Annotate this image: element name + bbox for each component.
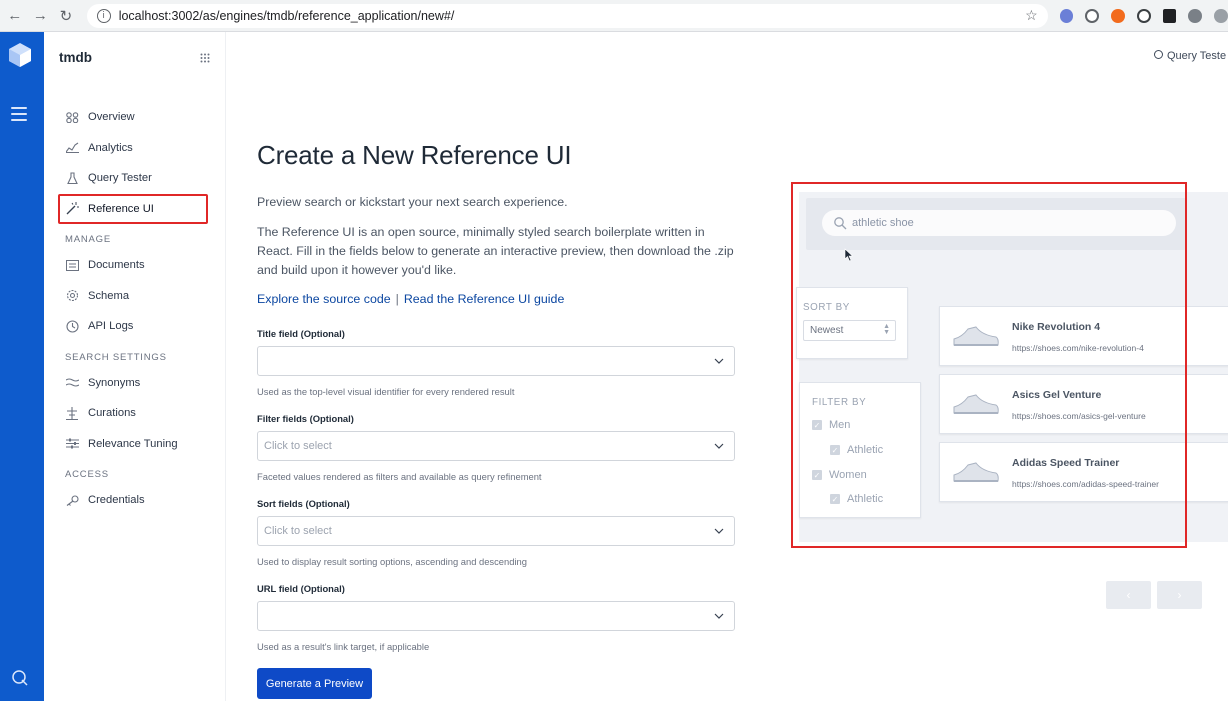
sort-field-hint: Used to display result sorting options, … xyxy=(257,556,527,567)
menu-icon[interactable] xyxy=(11,107,27,125)
section-label-access: ACCESS xyxy=(65,469,109,480)
profile-avatar[interactable] xyxy=(1214,8,1228,23)
sidebar-item-schema[interactable]: Schema xyxy=(44,281,226,312)
chevron-down-icon xyxy=(714,358,724,364)
sidebar-item-credentials[interactable]: Credentials xyxy=(44,485,226,516)
clock-icon xyxy=(65,319,79,333)
curations-icon xyxy=(65,406,79,420)
section-label-search-settings: SEARCH SETTINGS xyxy=(65,351,167,363)
sidebar-item-label: Query Tester xyxy=(88,172,152,185)
reference-guide-link[interactable]: Read the Reference UI guide xyxy=(404,292,565,306)
sort-field-placeholder: Click to select xyxy=(264,525,332,537)
sidebar-item-curations[interactable]: Curations xyxy=(44,398,226,429)
chevron-down-icon xyxy=(714,443,724,449)
sidebar-item-analytics[interactable]: Analytics xyxy=(44,133,226,164)
reload-button[interactable]: ↻ xyxy=(55,5,77,27)
sidebar-item-query-tester[interactable]: Query Tester xyxy=(44,163,226,194)
sidebar-nav: Overview Analytics Query Tester Referenc… xyxy=(44,102,226,516)
filter-field-label: Filter fields (Optional) xyxy=(257,413,354,424)
url-field-select[interactable] xyxy=(257,601,735,631)
page-lede: Preview search or kickstart your next se… xyxy=(257,195,568,209)
forward-button[interactable]: → xyxy=(30,5,52,27)
sidebar-item-overview[interactable]: Overview xyxy=(44,102,226,133)
sidebar-item-label: Schema xyxy=(88,289,130,302)
query-tester-link[interactable]: Query Teste xyxy=(1154,50,1226,62)
sidebar-item-label: Analytics xyxy=(88,141,133,154)
extension-icon[interactable] xyxy=(1162,8,1177,23)
page-description: The Reference UI is an open source, mini… xyxy=(257,225,734,277)
sidebar-item-synonyms[interactable]: Synonyms xyxy=(44,368,226,399)
preview-pager-prev: ‹ xyxy=(1106,581,1151,609)
documents-icon xyxy=(65,258,79,272)
browser-toolbar: ← → ↻ i localhost:3002/as/engines/tmdb/r… xyxy=(0,0,1228,32)
section-label-manage: MANAGE xyxy=(65,234,111,245)
url-field-group: URL field (Optional) Used as a result's … xyxy=(257,583,735,652)
source-code-link[interactable]: Explore the source code xyxy=(257,292,391,306)
back-button[interactable]: ← xyxy=(4,5,26,27)
title-field-group: Title field (Optional) Used as the top-l… xyxy=(257,328,735,397)
sidebar-item-label: Relevance Tuning xyxy=(88,437,178,450)
title-field-hint: Used as the top-level visual identifier … xyxy=(257,386,515,397)
sidebar: tmdb Overview Analytics Query Tester Ref… xyxy=(44,32,226,701)
sort-field-select[interactable]: Click to select xyxy=(257,516,735,546)
address-bar[interactable]: i localhost:3002/as/engines/tmdb/referen… xyxy=(86,3,1048,28)
main-content: Query Teste Create a New Reference UI Pr… xyxy=(226,32,1228,701)
gear-icon xyxy=(65,289,79,303)
filter-field-hint: Faceted values rendered as filters and a… xyxy=(257,471,542,482)
page-title: Create a New Reference UI xyxy=(257,140,572,170)
sidebar-item-label: Reference UI xyxy=(88,202,154,215)
flask-icon xyxy=(65,171,79,185)
synonyms-icon xyxy=(65,376,79,390)
sidebar-item-label: Synonyms xyxy=(88,376,141,389)
search-icon xyxy=(1154,50,1163,59)
sidebar-item-label: Credentials xyxy=(88,494,145,507)
doc-links: Explore the source code | Read the Referen… xyxy=(257,292,564,306)
reference-ui-preview: athletic shoe SORT BY Newest ▲ ▼ FILTER B… xyxy=(791,182,1228,609)
sliders-icon xyxy=(65,437,79,451)
sidebar-item-label: Curations xyxy=(88,407,136,420)
title-field-label: Title field (Optional) xyxy=(257,328,345,339)
bookmark-star-icon[interactable]: ☆ xyxy=(1025,7,1038,24)
sidebar-item-api-logs[interactable]: API Logs xyxy=(44,311,226,342)
extension-icon[interactable] xyxy=(1188,8,1203,23)
key-icon xyxy=(65,493,79,507)
extension-icon[interactable] xyxy=(1059,8,1074,23)
url-field-hint: Used as a result's link target, if appli… xyxy=(257,641,430,652)
analytics-icon xyxy=(65,141,79,155)
sidebar-item-label: API Logs xyxy=(88,320,134,333)
url-field-label: URL field (Optional) xyxy=(257,583,345,594)
chevron-down-icon xyxy=(714,528,724,534)
sort-field-group: Sort fields (Optional) Click to select U… xyxy=(257,498,735,567)
sidebar-item-label: Documents xyxy=(88,259,145,272)
app-rail xyxy=(0,32,44,701)
sidebar-item-reference-ui[interactable]: Reference UI xyxy=(58,193,208,224)
filter-field-group: Filter fields (Optional) Click to select… xyxy=(257,413,735,482)
wand-icon xyxy=(65,202,79,216)
generate-preview-button[interactable]: Generate a Preview xyxy=(257,668,372,699)
extension-icon[interactable] xyxy=(1085,8,1100,23)
sidebar-item-documents[interactable]: Documents xyxy=(44,250,226,281)
sidebar-item-relevance-tuning[interactable]: Relevance Tuning xyxy=(44,429,226,460)
chevron-down-icon xyxy=(714,613,724,619)
preview-highlight-box xyxy=(791,182,1187,548)
extension-icon[interactable] xyxy=(1136,8,1151,23)
sort-field-label: Sort fields (Optional) xyxy=(257,498,350,509)
preview-pager-next: › xyxy=(1157,581,1202,609)
filter-field-placeholder: Click to select xyxy=(264,440,332,452)
chat-icon[interactable] xyxy=(11,669,29,687)
engine-name: tmdb xyxy=(59,50,92,65)
filter-field-select[interactable]: Click to select xyxy=(257,431,735,461)
url-text[interactable]: localhost:3002/as/engines/tmdb/reference… xyxy=(119,9,455,23)
overview-icon xyxy=(65,110,79,124)
link-separator: | xyxy=(395,292,399,306)
extension-icon[interactable] xyxy=(1111,8,1125,23)
site-info-icon[interactable]: i xyxy=(96,8,111,23)
sidebar-item-label: Overview xyxy=(88,111,135,124)
title-field-select[interactable] xyxy=(257,346,735,376)
app-logo-icon[interactable] xyxy=(8,42,32,68)
grid-icon[interactable] xyxy=(200,53,210,63)
